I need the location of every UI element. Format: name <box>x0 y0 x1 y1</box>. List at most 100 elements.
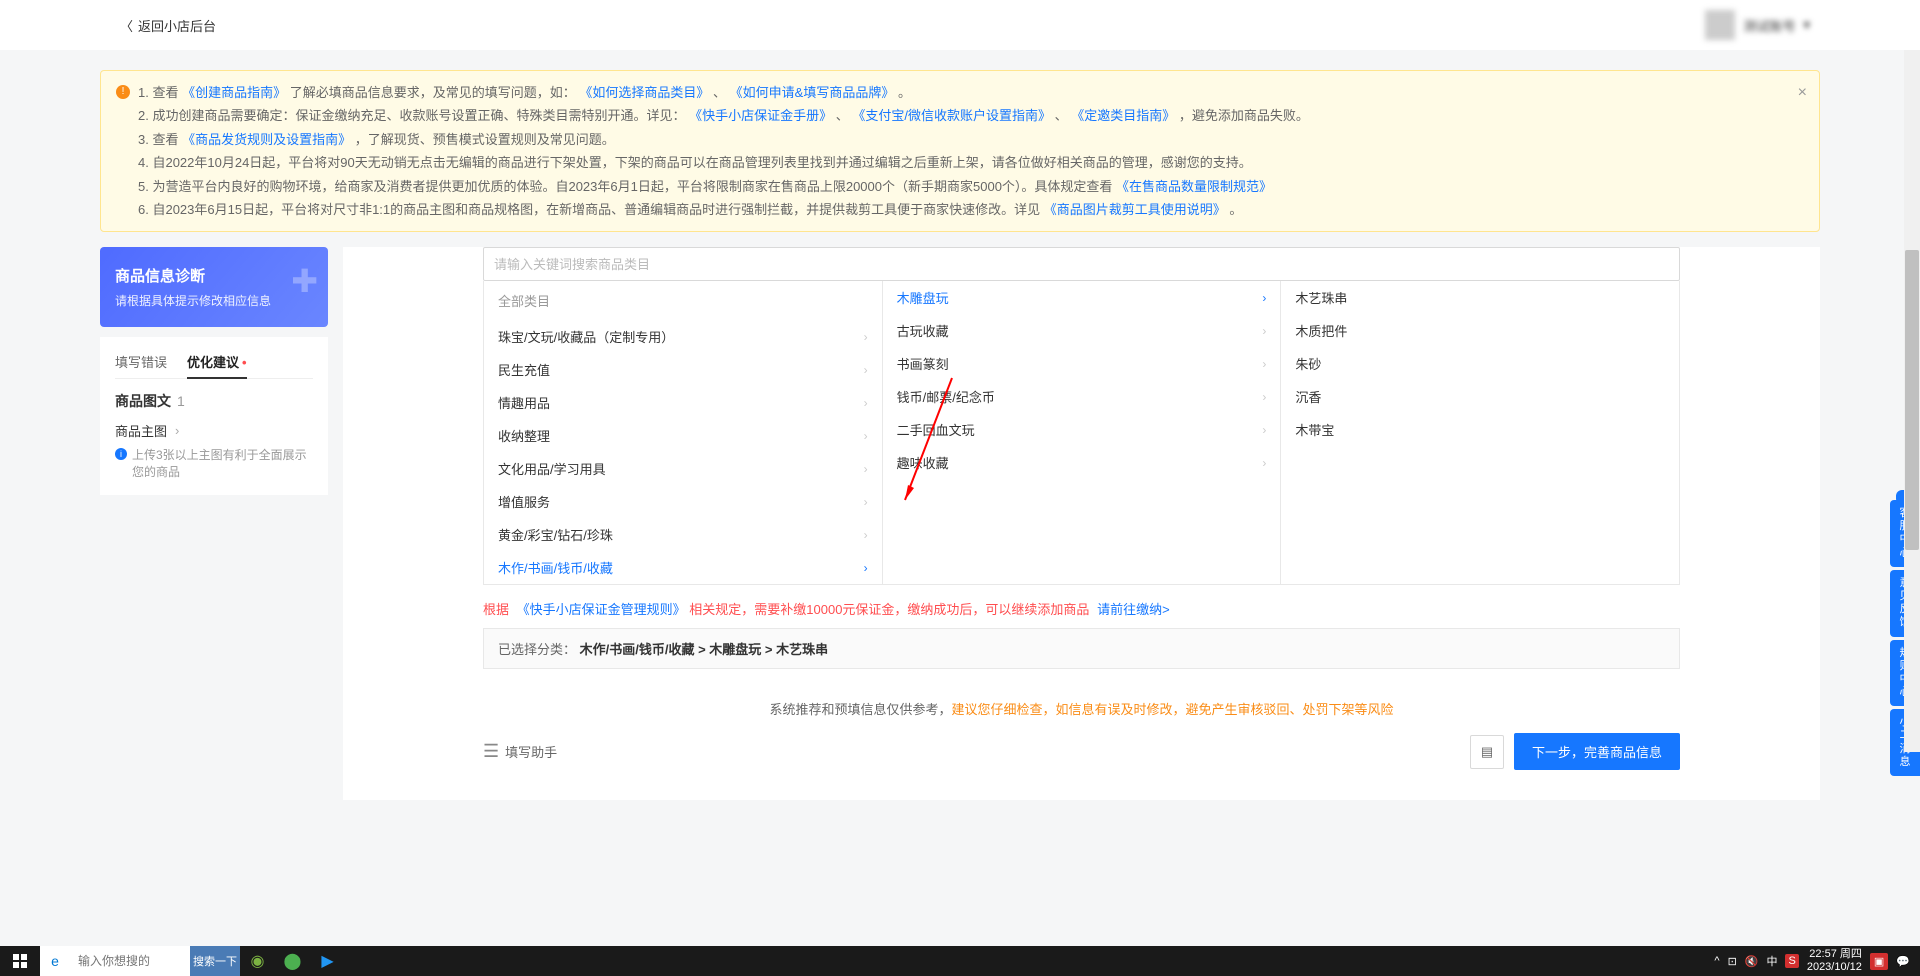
chevron-right-icon: › <box>864 429 868 443</box>
scrollbar[interactable] <box>1904 50 1920 752</box>
notice-link[interactable]: 《如何申请&填写商品品牌》 <box>730 85 895 100</box>
notice-row: ! 1. 查看 《创建商品指南》 了解必填商品信息要求，及常见的填写问题，如： … <box>116 81 1804 104</box>
notice-row: 4. 自2022年10月24日起，平台将对90天无动销无点击无编辑的商品进行下架… <box>116 151 1804 174</box>
chevron-right-icon: › <box>1262 324 1266 338</box>
taskbar-clock[interactable]: 22:57 周四 2023/10/12 <box>1807 948 1862 973</box>
ie-icon: e <box>40 946 70 976</box>
tray-ime-indicator[interactable]: 中 <box>1766 953 1777 969</box>
category-item[interactable]: 二手回血文玩› <box>883 413 1281 446</box>
chevron-right-icon: › <box>175 423 179 438</box>
chevron-right-icon: › <box>1262 291 1266 305</box>
category-item[interactable]: 木带宝 <box>1281 413 1679 446</box>
start-button[interactable] <box>0 946 40 976</box>
chevron-right-icon: › <box>1262 423 1266 437</box>
tab-errors[interactable]: 填写错误 <box>115 352 167 379</box>
back-to-shop-link[interactable]: 〈 返回小店后台 <box>120 16 216 35</box>
tray-volume-icon[interactable]: 🔇 <box>1745 955 1759 968</box>
notice-link[interactable]: 《创建商品指南》 <box>182 85 286 100</box>
category-item[interactable]: 古玩收藏› <box>883 314 1281 347</box>
notice-row: 6. 自2023年6月15日起，平台将对尺寸非1:1的商品主图和商品规格图，在新… <box>116 198 1804 221</box>
info-icon: ! <box>116 85 130 99</box>
preview-button[interactable]: ▤ <box>1470 735 1504 769</box>
taskbar-app-1[interactable]: ◉ <box>240 946 275 976</box>
category-item[interactable]: 情趣用品› <box>484 386 882 419</box>
taskbar-search-input[interactable] <box>70 946 190 976</box>
sub-item-main-image[interactable]: 商品主图 › <box>115 421 313 440</box>
tray-notify-1[interactable]: ▣ <box>1870 953 1888 970</box>
chevron-right-icon: › <box>864 561 868 575</box>
notice-link[interactable]: 《如何选择商品类目》 <box>579 85 709 100</box>
next-button[interactable]: 下一步，完善商品信息 <box>1514 733 1680 770</box>
notice-link[interactable]: 《商品图片裁剪工具使用说明》 <box>1044 202 1226 217</box>
tab-suggestions[interactable]: 优化建议• <box>187 352 247 379</box>
scroll-thumb[interactable] <box>1905 250 1919 550</box>
close-icon[interactable]: × <box>1798 79 1807 108</box>
notice-row: 3. 查看 《商品发货规则及设置指南》 ，了解现货、预售模式设置规则及常见问题。 <box>116 128 1804 151</box>
category-item[interactable]: 文化用品/学习用具› <box>484 452 882 485</box>
info-icon: i <box>115 448 127 460</box>
tray-network-icon[interactable]: ⊡ <box>1728 955 1737 968</box>
category-item[interactable]: 趣味收藏› <box>883 446 1281 479</box>
category-item[interactable]: 黄金/彩宝/钻石/珍珠› <box>484 518 882 551</box>
category-panel: 全部类目珠宝/文玩/收藏品（定制专用）›民生充值›情趣用品›收纳整理›文化用品/… <box>343 247 1820 800</box>
notice-link[interactable]: 《在售商品数量限制规范》 <box>1116 179 1272 194</box>
deposit-rule-link[interactable]: 《快手小店保证金管理规则》 <box>517 602 686 617</box>
taskbar-search-button[interactable]: 搜索一下 <box>190 946 240 976</box>
notice-link[interactable]: 《商品发货规则及设置指南》 <box>182 132 351 147</box>
user-area[interactable]: 测试账号 ▾ <box>1705 10 1810 40</box>
assistant-icon: ☰ <box>483 741 499 762</box>
chevron-right-icon: › <box>864 495 868 509</box>
notice-link[interactable]: 《支付宝/微信收款账户设置指南》 <box>852 108 1051 123</box>
category-column: 木雕盘玩›古玩收藏›书画篆刻›钱币/邮票/纪念币›二手回血文玩›趣味收藏› <box>883 281 1282 584</box>
tray-chevron-icon[interactable]: ^ <box>1714 955 1719 967</box>
diag-title: 商品信息诊断 <box>115 265 313 286</box>
category-item[interactable]: 沉香 <box>1281 380 1679 413</box>
category-column: 全部类目珠宝/文玩/收藏品（定制专用）›民生充值›情趣用品›收纳整理›文化用品/… <box>484 281 883 584</box>
user-name: 测试账号 <box>1743 16 1795 35</box>
notice-row: 5. 为营造平台内良好的购物环境，给商家及消费者提供更加优质的体验。自2023年… <box>116 175 1804 198</box>
category-column-header: 全部类目 <box>484 281 882 320</box>
windows-icon <box>13 954 27 968</box>
notice-link[interactable]: 《快手小店保证金手册》 <box>689 108 832 123</box>
category-item[interactable]: 民生充值› <box>484 353 882 386</box>
chevron-right-icon: › <box>864 363 868 377</box>
chevron-right-icon: › <box>1262 456 1266 470</box>
chevron-right-icon: › <box>864 330 868 344</box>
notice-link[interactable]: 《定邀类目指南》 <box>1071 108 1175 123</box>
back-label: 返回小店后台 <box>138 16 216 35</box>
diag-subtitle: 请根据具体提示修改相应信息 <box>115 292 313 309</box>
assistant-button[interactable]: ☰ 填写助手 <box>483 741 557 762</box>
plus-icon: ✚ <box>291 262 318 300</box>
category-cascade: 全部类目珠宝/文玩/收藏品（定制专用）›民生充值›情趣用品›收纳整理›文化用品/… <box>483 281 1680 585</box>
deposit-go-link[interactable]: 请前往缴纳> <box>1097 602 1170 617</box>
category-item[interactable]: 增值服务› <box>484 485 882 518</box>
category-item[interactable]: 钱币/邮票/纪念币› <box>883 380 1281 413</box>
category-item[interactable]: 木作/书画/钱币/收藏› <box>484 551 882 584</box>
chevron-right-icon: › <box>864 462 868 476</box>
tip-text: i 上传3张以上主图有利于全面展示您的商品 <box>115 446 313 480</box>
taskbar-app-2[interactable]: ⬤ <box>275 946 310 976</box>
count-badge: 1 <box>177 393 185 409</box>
image-icon: ▤ <box>1481 744 1493 760</box>
tray-notify-2[interactable]: 💬 <box>1896 955 1910 968</box>
taskbar-search: e 搜索一下 <box>40 946 240 976</box>
category-item[interactable]: 木雕盘玩› <box>883 281 1281 314</box>
category-item[interactable]: 朱砂 <box>1281 347 1679 380</box>
category-item[interactable]: 木艺珠串 <box>1281 281 1679 314</box>
category-item[interactable]: 珠宝/文玩/收藏品（定制专用）› <box>484 320 882 353</box>
category-item[interactable]: 书画篆刻› <box>883 347 1281 380</box>
deposit-warning: 根据 《快手小店保证金管理规则》 相关规定，需要补缴10000元保证金，缴纳成功… <box>483 599 1680 618</box>
category-item[interactable]: 木质把件 <box>1281 314 1679 347</box>
chevron-down-icon: ▾ <box>1803 17 1810 33</box>
notice-banner: × ! 1. 查看 《创建商品指南》 了解必填商品信息要求，及常见的填写问题，如… <box>100 70 1820 232</box>
chevron-right-icon: › <box>1262 390 1266 404</box>
notice-row: 2. 成功创建商品需要确定：保证金缴纳充足、收款账号设置正确、特殊类目需特别开通… <box>116 104 1804 127</box>
taskbar-app-3[interactable]: ▶ <box>310 946 345 976</box>
tray-input-icon[interactable]: S <box>1785 954 1798 968</box>
chevron-left-icon: 〈 <box>120 16 133 35</box>
category-item[interactable]: 收纳整理› <box>484 419 882 452</box>
diagnosis-card[interactable]: 商品信息诊断 请根据具体提示修改相应信息 ✚ <box>100 247 328 327</box>
section-title: 商品图文 1 <box>115 391 313 411</box>
system-tray: ^ ⊡ 🔇 中 S 22:57 周四 2023/10/12 ▣ 💬 <box>1704 948 1920 973</box>
category-search-input[interactable] <box>483 247 1680 281</box>
